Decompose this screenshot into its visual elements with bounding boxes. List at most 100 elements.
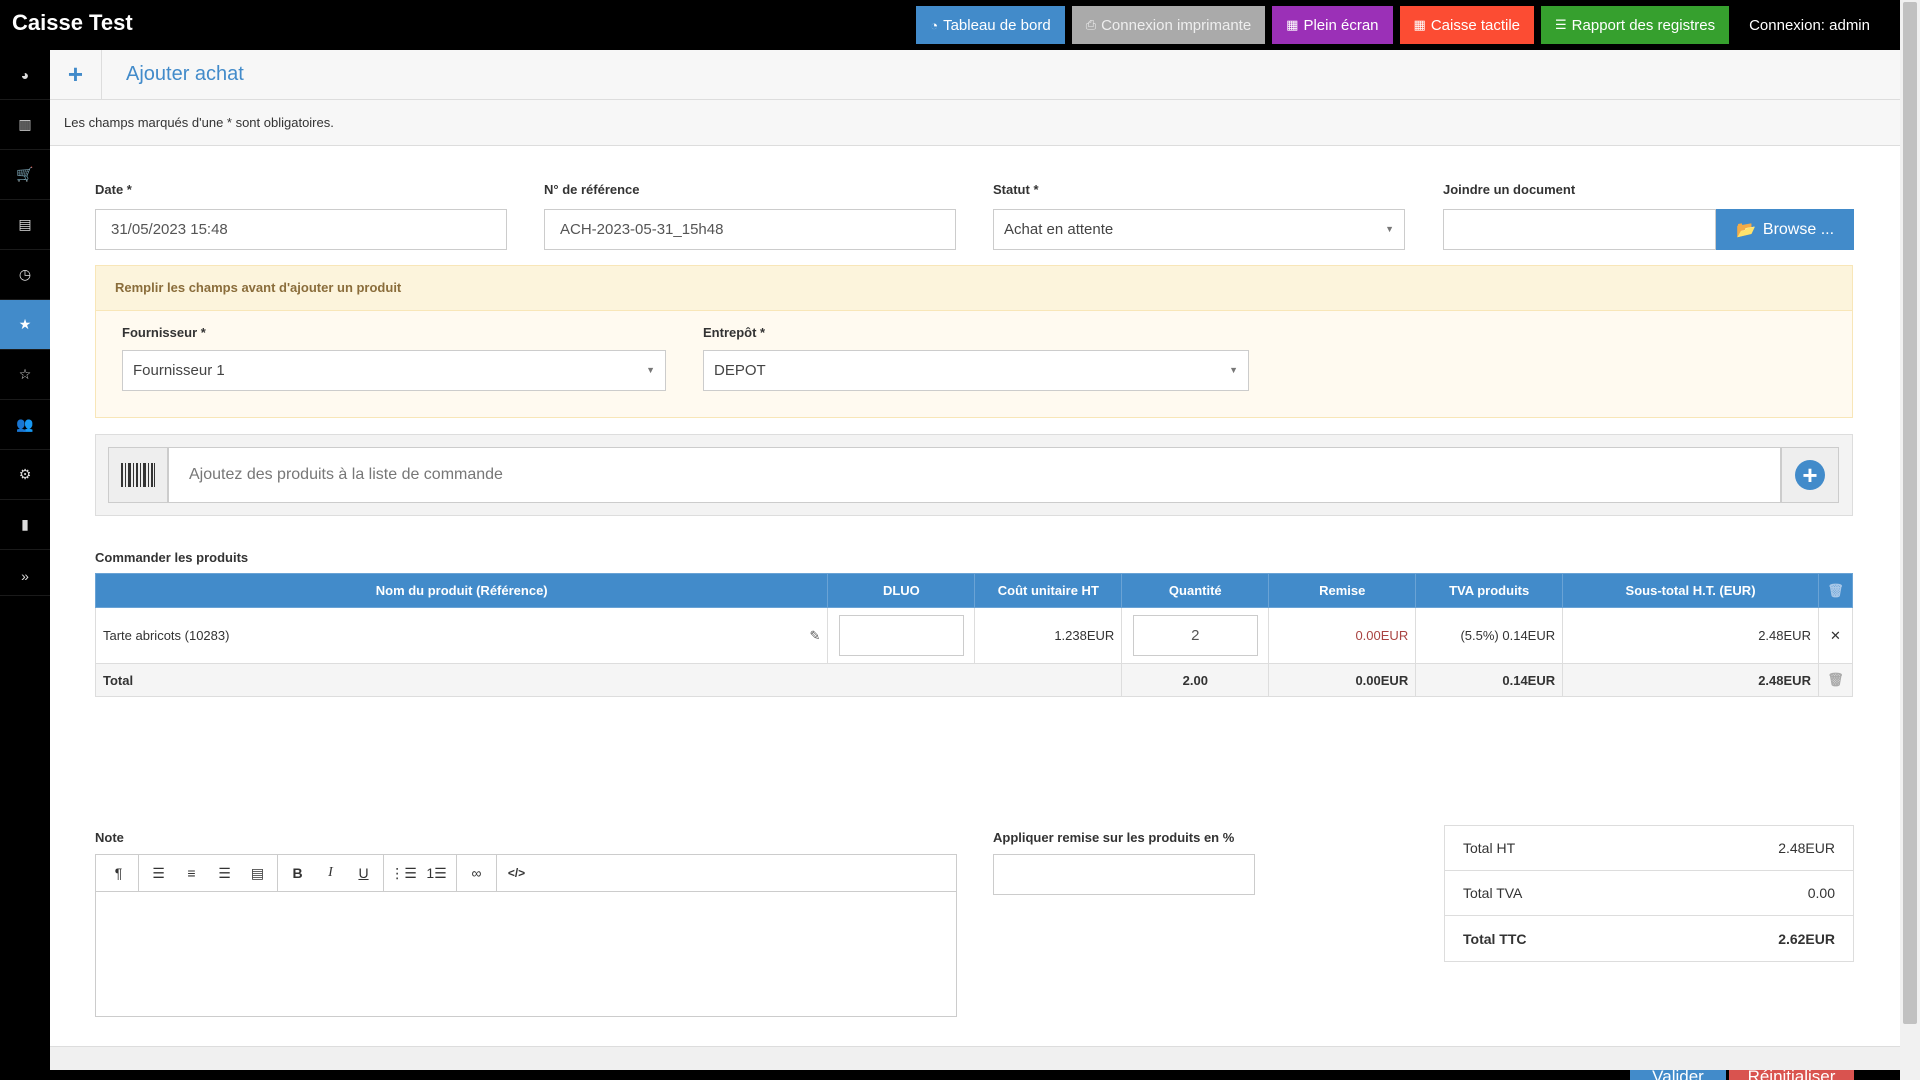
bold-icon[interactable]: B bbox=[281, 855, 314, 891]
fullscreen-button[interactable]: ▦ Plein écran bbox=[1272, 6, 1393, 44]
gear-icon: ⚙ bbox=[18, 466, 32, 482]
product-name: Tarte abricots (10283) bbox=[103, 627, 230, 643]
document-icon: ▤ bbox=[18, 216, 32, 232]
total-ttc-value: 2.62EUR bbox=[1778, 930, 1835, 947]
sidebar-item-reports[interactable]: ▮ bbox=[0, 500, 50, 550]
caret-down-icon: ▼ bbox=[1229, 365, 1238, 375]
total-ttc-label: Total TTC bbox=[1463, 930, 1527, 947]
align-center-icon[interactable]: ≡ bbox=[175, 855, 208, 891]
star-outline-icon: ☆ bbox=[18, 366, 32, 382]
date-label: Date * bbox=[95, 182, 132, 197]
login-status[interactable]: Connexion: admin bbox=[1736, 17, 1900, 34]
cart-icon: 🛒 bbox=[16, 166, 34, 182]
sidebar-item-transfers[interactable]: ☆ bbox=[0, 350, 50, 400]
sidebar-item-settings[interactable]: ⚙ bbox=[0, 450, 50, 500]
total-tva-label: Total TVA bbox=[1463, 885, 1523, 901]
status-label: Statut * bbox=[993, 182, 1039, 197]
sidebar-item-quotes[interactable]: ▤ bbox=[0, 200, 50, 250]
grid-icon: ▦ bbox=[1286, 17, 1299, 32]
align-justify-icon[interactable]: ▤ bbox=[241, 855, 274, 891]
footer bbox=[50, 1046, 1900, 1070]
plus-circle-icon: + bbox=[1795, 460, 1825, 490]
browse-button[interactable]: 📂 Browse ... bbox=[1716, 209, 1854, 250]
total-quantity: 2.00 bbox=[1121, 663, 1270, 697]
register-report-button[interactable]: ☰ Rapport des registres bbox=[1541, 6, 1730, 44]
reference-field[interactable]: ACH-2023-05-31_15h48 bbox=[544, 209, 956, 250]
users-icon: 👥 bbox=[16, 416, 34, 432]
total-tax: 0.14EUR bbox=[1415, 663, 1564, 697]
dashboard-icon: ◔ bbox=[930, 17, 939, 33]
fullscreen-label: Plein écran bbox=[1303, 16, 1379, 34]
total-tva-value: 0.00 bbox=[1807, 885, 1835, 901]
col-product: Nom du produit (Référence) bbox=[94, 573, 829, 608]
link-icon[interactable]: ∞ bbox=[460, 855, 493, 891]
dluo-input[interactable] bbox=[838, 615, 964, 656]
edit-icon[interactable]: ✎ bbox=[809, 628, 820, 644]
supplier-label: Fournisseur * bbox=[122, 325, 206, 340]
add-product-input[interactable]: Ajoutez des produits à la liste de comma… bbox=[168, 447, 1781, 503]
register-report-label: Rapport des registres bbox=[1571, 16, 1716, 34]
sidebar-expand[interactable]: » bbox=[0, 556, 50, 596]
italic-icon[interactable]: I bbox=[314, 855, 347, 891]
app-title[interactable]: Caisse Test bbox=[12, 10, 133, 36]
align-left-icon[interactable]: ☰ bbox=[142, 855, 175, 891]
quantity-input[interactable]: 2 bbox=[1132, 615, 1258, 656]
total-subtotal: 2.48EUR bbox=[1562, 663, 1819, 697]
required-note: Les champs marqués d'une * sont obligato… bbox=[50, 100, 1900, 146]
col-subtotal: Sous-total H.T. (EUR) bbox=[1562, 573, 1819, 608]
bullet-list-icon[interactable]: ⋮☰ bbox=[387, 855, 420, 891]
date-field[interactable]: 31/05/2023 15:48 bbox=[95, 209, 507, 250]
discount-input[interactable] bbox=[993, 854, 1255, 895]
total-label: Total bbox=[94, 663, 1123, 697]
sidebar-item-purchases[interactable]: ★ bbox=[0, 300, 50, 350]
sidebar-item-people[interactable]: 👥 bbox=[0, 400, 50, 450]
total-ht-value: 2.48EUR bbox=[1778, 840, 1835, 856]
top-nav: ◔ Tableau de bord ⎙ Connexion imprimante ▦… bbox=[916, 6, 1900, 44]
scrollbar-thumb[interactable] bbox=[1903, 2, 1917, 1024]
supplier-select[interactable]: Fournisseur 1 ▼ bbox=[122, 350, 666, 391]
supplier-value: Fournisseur 1 bbox=[133, 362, 225, 379]
touch-register-button[interactable]: ▦ Caisse tactile bbox=[1399, 6, 1535, 44]
numbered-list-icon[interactable]: 1☰ bbox=[420, 855, 453, 891]
note-textarea[interactable] bbox=[96, 892, 956, 1016]
total-discount: 0.00EUR bbox=[1268, 663, 1417, 697]
sidebar-item-dashboard[interactable]: ◕ bbox=[0, 50, 50, 100]
supplier-panel: Remplir les champs avant d'ajouter un pr… bbox=[95, 265, 1853, 418]
toolbar-separator bbox=[496, 855, 497, 891]
col-tax: TVA produits bbox=[1415, 573, 1564, 608]
reference-label: N° de référence bbox=[544, 182, 640, 197]
order-table: Nom du produit (Référence) DLUO Coût uni… bbox=[94, 573, 1854, 697]
paragraph-icon[interactable]: ¶ bbox=[102, 855, 135, 891]
order-section-label: Commander les produits bbox=[95, 550, 249, 565]
col-trash: 🗑 bbox=[1817, 573, 1854, 608]
star-icon: ★ bbox=[18, 316, 32, 332]
attach-field[interactable] bbox=[1443, 209, 1716, 250]
remove-row-icon[interactable]: ✕ bbox=[1817, 607, 1854, 664]
warehouse-label: Entrepôt * bbox=[703, 325, 766, 340]
toolbar-separator bbox=[138, 855, 139, 891]
underline-icon[interactable]: U bbox=[347, 855, 380, 891]
sidebar-item-products[interactable]: ▥ bbox=[0, 100, 50, 150]
dashboard-icon: ◕ bbox=[20, 66, 30, 83]
status-value: Achat en attente bbox=[1004, 221, 1114, 238]
code-icon[interactable]: </> bbox=[500, 855, 533, 891]
warehouse-select[interactable]: DEPOT ▼ bbox=[703, 350, 1249, 391]
total-ht-row: Total HT 2.48EUR bbox=[1445, 826, 1853, 871]
sidebar-item-history[interactable]: ◷ bbox=[0, 250, 50, 300]
status-select[interactable]: Achat en attente ▼ bbox=[993, 209, 1405, 250]
sidebar-item-sales[interactable]: 🛒 bbox=[0, 150, 50, 200]
sidebar: ◕ ▥ 🛒 ▤ ◷ ★ ☆ 👥 ⚙ ▮ » bbox=[0, 50, 50, 1080]
clock-icon: ◷ bbox=[18, 266, 32, 282]
scrollbar[interactable] bbox=[1900, 0, 1920, 1080]
trash-icon: 🗑 bbox=[1827, 582, 1844, 598]
tax-cell: (5.5%) 0.14EUR bbox=[1415, 607, 1564, 664]
trash-icon: 🗑 bbox=[1817, 663, 1854, 697]
toolbar-separator bbox=[383, 855, 384, 891]
printer-button[interactable]: ⎙ Connexion imprimante bbox=[1071, 6, 1266, 44]
add-product-button[interactable]: + bbox=[1781, 447, 1839, 503]
totals-panel: Total HT 2.48EUR Total TVA 0.00 Total TTC 2… bbox=[1444, 825, 1854, 962]
dashboard-button[interactable]: ◔ Tableau de bord bbox=[916, 6, 1065, 44]
align-right-icon[interactable]: ☰ bbox=[208, 855, 241, 891]
touch-register-label: Caisse tactile bbox=[1430, 16, 1521, 34]
top-bar: Caisse Test ◔ Tableau de bord ⎙ Connexion … bbox=[0, 0, 1900, 50]
